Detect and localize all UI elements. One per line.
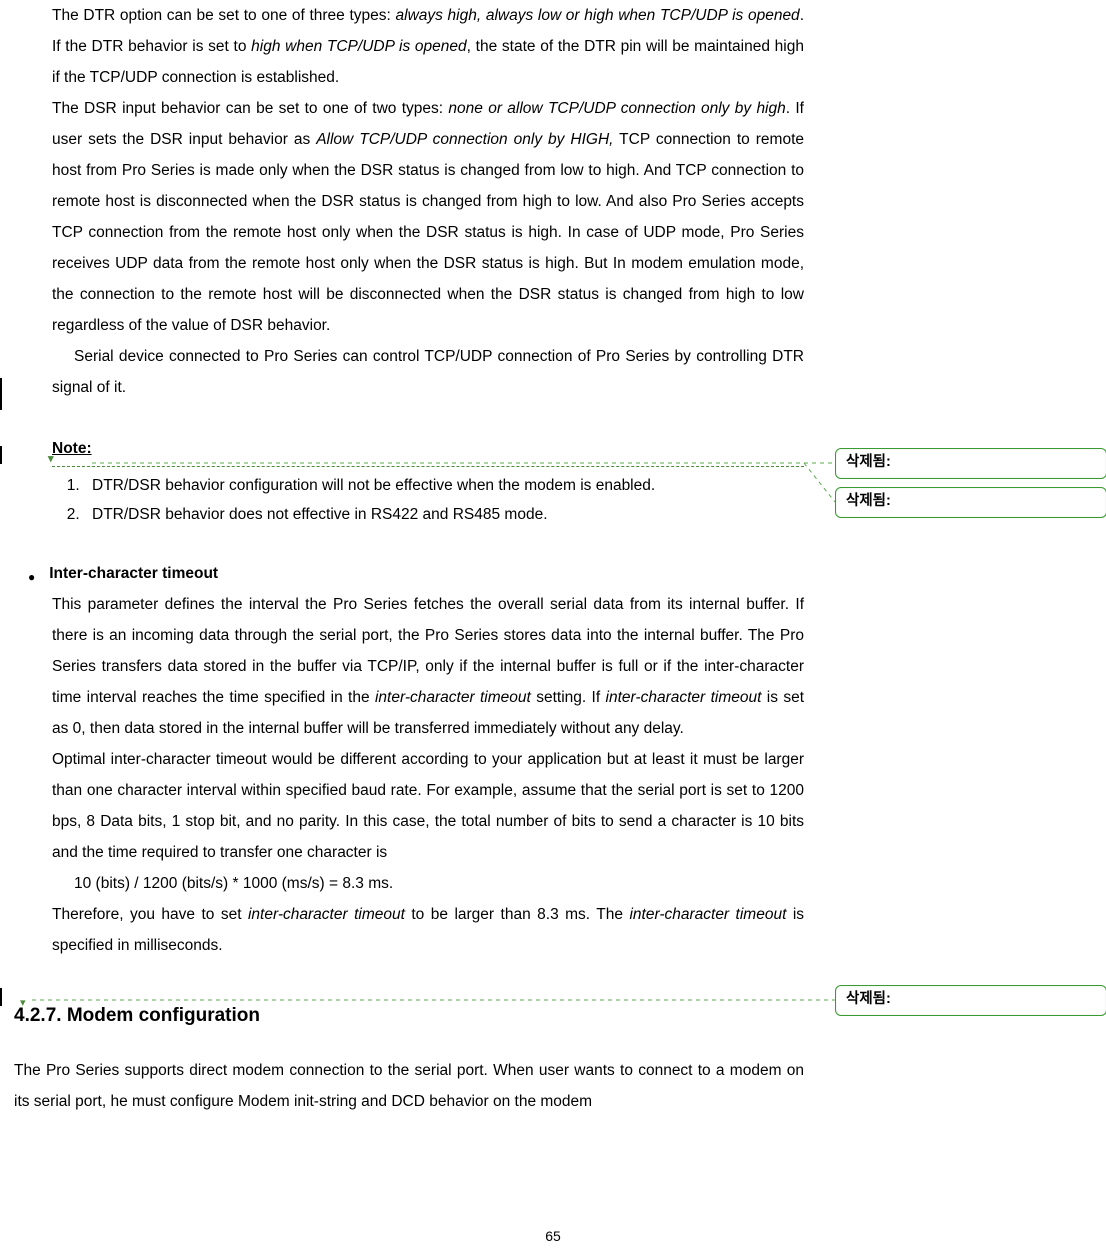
- revision-mark: [0, 378, 2, 410]
- bullet-heading: Inter-character timeout: [49, 558, 218, 589]
- comment-label: 삭제됨:: [846, 493, 891, 509]
- bullet-icon: ●: [28, 565, 35, 589]
- section-heading: 4.2.7. Modem configuration: [14, 997, 804, 1035]
- comment-label: 삭제됨:: [846, 454, 891, 470]
- paragraph-dtr: The DTR option can be set to one of thre…: [52, 0, 804, 93]
- text-italic: inter-character timeout: [629, 906, 786, 923]
- bullet-title-row: ● Inter-character timeout: [28, 558, 804, 589]
- text: The DSR input behavior can be set to one…: [52, 100, 448, 117]
- note-item-1: DTR/DSR behavior configuration will not …: [84, 471, 804, 500]
- paragraph-ict-3: Therefore, you have to set inter-charact…: [52, 899, 804, 961]
- paragraph-dsr: The DSR input behavior can be set to one…: [52, 93, 804, 341]
- insert-caret-icon: ▾: [48, 448, 54, 470]
- text: The DTR option can be set to one of thre…: [52, 7, 396, 24]
- text-italic: inter-character timeout: [248, 906, 405, 923]
- note-item-2: DTR/DSR behavior does not effective in R…: [84, 500, 804, 529]
- revision-mark: [0, 988, 2, 1006]
- note-heading: ▾ Note:: [52, 433, 804, 467]
- text: to be larger than 8.3 ms. The: [405, 906, 630, 923]
- text: Therefore, you have to set: [52, 906, 248, 923]
- page: The DTR option can be set to one of thre…: [0, 0, 1106, 1256]
- text: TCP connection to remote host from Pro S…: [52, 131, 804, 334]
- paragraph-ict-2: Optimal inter-character timeout would be…: [52, 744, 804, 868]
- revision-mark: [0, 446, 2, 464]
- paragraph-modem-intro: The Pro Series supports direct modem con…: [14, 1055, 804, 1117]
- insert-caret-icon: ▾: [20, 992, 26, 1014]
- comment-bubble-1[interactable]: 삭제됨:: [835, 448, 1106, 479]
- calculation-line: 10 (bits) / 1200 (bits/s) * 1000 (ms/s) …: [74, 868, 804, 899]
- note-list: DTR/DSR behavior configuration will not …: [84, 471, 804, 530]
- text-italic: none or allow TCP/UDP connection only by…: [448, 100, 785, 117]
- text-italic: high when TCP/UDP is opened: [251, 38, 467, 55]
- text-italic: inter-character timeout: [606, 689, 762, 706]
- text-italic: inter-character timeout: [375, 689, 531, 706]
- text: Serial device connected to Pro Series ca…: [52, 348, 804, 396]
- content-column: The DTR option can be set to one of thre…: [14, 0, 804, 1117]
- note-label: Note:: [52, 440, 92, 457]
- paragraph-ict-1: This parameter defines the interval the …: [52, 589, 804, 744]
- text-italic: always high, always low or high when TCP…: [396, 7, 800, 24]
- text: setting. If: [531, 689, 606, 706]
- page-number: 65: [0, 1222, 1106, 1250]
- comment-bubble-3[interactable]: 삭제됨:: [835, 985, 1106, 1016]
- text-italic: Allow TCP/UDP connection only by HIGH,: [316, 131, 613, 148]
- comment-label: 삭제됨:: [846, 991, 891, 1007]
- comment-bubble-2[interactable]: 삭제됨:: [835, 487, 1106, 518]
- paragraph-control: Serial device connected to Pro Series ca…: [52, 341, 804, 403]
